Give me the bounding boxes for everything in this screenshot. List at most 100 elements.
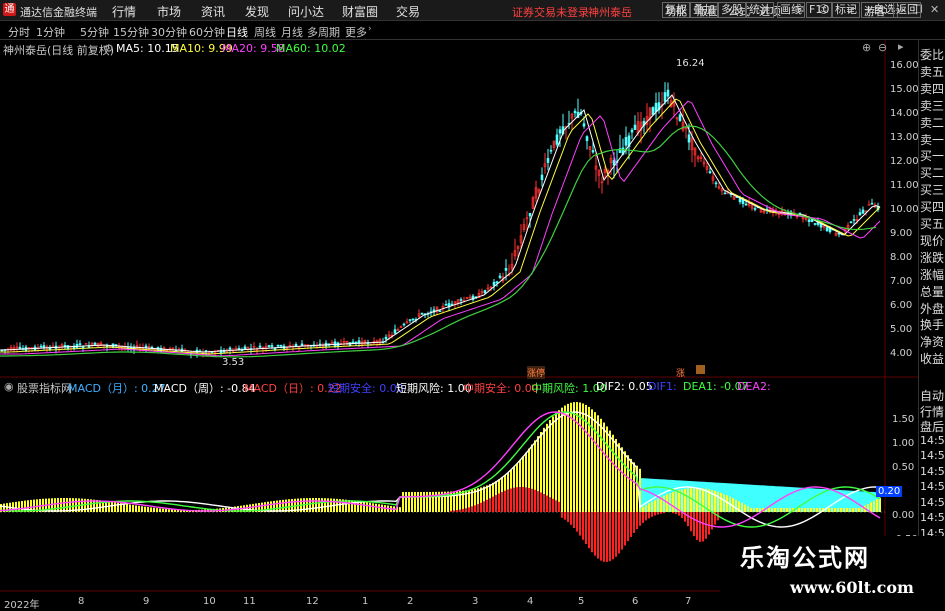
right-panel-item-1[interactable]: 卖五 xyxy=(920,63,944,80)
period-15min[interactable]: 15分钟 xyxy=(113,24,149,40)
candle-body xyxy=(504,267,508,271)
limit-up-marker[interactable]: 涨停 xyxy=(527,366,546,379)
right-panel-lower-2[interactable]: 盘后 xyxy=(920,418,944,435)
right-panel-lower-5[interactable]: 14:50 xyxy=(920,465,945,478)
period-multi[interactable]: 多周期 xyxy=(307,24,340,40)
yellow-bar xyxy=(750,508,752,512)
yellow-bar xyxy=(828,508,830,512)
right-panel-lower-3[interactable]: 14:50 xyxy=(920,434,945,447)
kline-chart[interactable] xyxy=(0,40,918,609)
candle-body xyxy=(582,123,586,127)
period-5min[interactable]: 5分钟 xyxy=(80,24,109,40)
red-bar-down xyxy=(561,512,563,518)
period-monthly[interactable]: 月线 xyxy=(281,24,303,40)
yellow-bar xyxy=(60,498,62,512)
candle-body xyxy=(81,346,85,348)
close-icon[interactable]: ✕ xyxy=(930,3,939,16)
red-bar-down xyxy=(633,512,635,533)
right-panel-lower-1[interactable]: 行情 xyxy=(920,403,944,420)
menu-wealth[interactable]: 财富圈 xyxy=(342,3,378,20)
red-bar-down xyxy=(597,512,599,559)
period-weekly[interactable]: 周线 xyxy=(254,24,276,40)
indicator-name[interactable]: 股票指标网 xyxy=(17,380,72,396)
tool-f10[interactable]: F10 xyxy=(806,2,833,18)
menu-quotes[interactable]: 行情 xyxy=(112,3,136,20)
right-panel-item-16[interactable]: 换手 xyxy=(920,316,944,333)
right-panel-item-3[interactable]: 卖三 xyxy=(920,97,944,114)
tool-overlay[interactable]: 叠加 xyxy=(690,2,718,18)
right-panel-item-2[interactable]: 卖四 xyxy=(920,80,944,97)
period-more[interactable]: 更多 xyxy=(345,24,367,40)
tool-back[interactable]: 返回 xyxy=(893,2,921,18)
info-mine-icon[interactable] xyxy=(696,365,705,374)
yellow-bar xyxy=(156,508,158,512)
zoom-out-icon[interactable]: ⊖ xyxy=(878,41,887,54)
ma20-line xyxy=(0,100,881,357)
tool-adjust[interactable]: 复权 xyxy=(662,2,690,18)
login-notice[interactable]: 证券交易未登录 xyxy=(512,4,589,20)
right-panel-item-10[interactable]: 买五 xyxy=(920,215,944,232)
candle-body xyxy=(78,343,82,345)
red-bar-up xyxy=(549,497,551,512)
period-daily[interactable]: 日线 xyxy=(226,24,248,40)
right-panel-lower-4[interactable]: 14:50 xyxy=(920,449,945,462)
right-panel-item-13[interactable]: 涨幅 xyxy=(920,266,944,283)
right-panel-item-7[interactable]: 买二 xyxy=(920,164,944,181)
indicator-item-8: DIF1: xyxy=(648,380,677,393)
menu-discover[interactable]: 发现 xyxy=(245,3,269,20)
watermark-title: 乐淘公式网 xyxy=(740,544,870,572)
yellow-bar xyxy=(423,491,425,512)
right-panel-item-4[interactable]: 卖二 xyxy=(920,114,944,131)
yellow-bar xyxy=(807,508,809,512)
candle-body xyxy=(591,150,595,153)
period-timeshare[interactable]: 分时 xyxy=(8,24,30,40)
candle-body xyxy=(633,124,637,130)
right-panel-item-0[interactable]: 委比 xyxy=(920,46,944,63)
x-label-9: 4 xyxy=(527,596,534,607)
right-panel-lower-7[interactable]: 14:50 xyxy=(920,496,945,509)
menu-market[interactable]: 市场 xyxy=(157,3,181,20)
right-panel-item-9[interactable]: 买四 xyxy=(920,198,944,215)
period-30min[interactable]: 30分钟 xyxy=(151,24,187,40)
chevron-right-icon[interactable]: › xyxy=(368,24,372,34)
candle-body xyxy=(63,345,67,347)
right-panel-lower-0[interactable]: 自动 xyxy=(920,387,944,404)
period-60min[interactable]: 60分钟 xyxy=(189,24,225,40)
menu-trade[interactable]: 交易 xyxy=(396,3,420,20)
right-panel-item-12[interactable]: 涨跌 xyxy=(920,249,944,266)
right-panel-item-18[interactable]: 收益 xyxy=(920,350,944,367)
candle-body xyxy=(708,171,712,174)
right-panel-item-14[interactable]: 总量 xyxy=(920,283,944,300)
settings-icon[interactable]: ⚙ xyxy=(104,42,114,55)
tool-draw[interactable]: 画线 xyxy=(777,2,805,18)
right-panel-lower-6[interactable]: 14:50 xyxy=(920,480,945,493)
red-bar-down xyxy=(636,512,638,530)
right-panel-item-6[interactable]: 买一 xyxy=(920,147,944,164)
expand-icon[interactable]: ▸ xyxy=(898,40,904,53)
tool-multistock[interactable]: 多股 xyxy=(718,2,746,18)
period-1min[interactable]: 1分钟 xyxy=(36,24,65,40)
x-label-8: 3 xyxy=(472,596,479,607)
marker-2[interactable]: 涨 xyxy=(676,366,685,379)
yellow-bar xyxy=(348,500,350,512)
candle-body xyxy=(663,92,667,102)
yellow-bar xyxy=(363,501,365,512)
menu-news[interactable]: 资讯 xyxy=(201,3,225,20)
right-panel-item-5[interactable]: 卖一 xyxy=(920,131,944,148)
candle-body xyxy=(585,136,589,141)
menu-xiaoda[interactable]: 问小达 xyxy=(288,3,324,20)
right-panel-item-17[interactable]: 净资 xyxy=(920,333,944,350)
red-bar-down xyxy=(663,512,665,514)
right-panel-lower-8[interactable]: 14:50 xyxy=(920,511,945,524)
candle-body xyxy=(861,209,865,214)
tool-mark[interactable]: 标记 xyxy=(832,2,860,18)
x-label-11: 6 xyxy=(632,596,639,607)
candle-body xyxy=(813,223,817,225)
tool-stats[interactable]: 统计 xyxy=(746,2,774,18)
right-panel-item-8[interactable]: 买三 xyxy=(920,181,944,198)
red-bar-up xyxy=(450,510,452,512)
zoom-in-icon[interactable]: ⊕ xyxy=(862,41,871,54)
right-panel-item-11[interactable]: 现价 xyxy=(920,232,944,249)
right-panel-item-15[interactable]: 外盘 xyxy=(920,300,944,317)
red-bar-down xyxy=(690,512,692,532)
